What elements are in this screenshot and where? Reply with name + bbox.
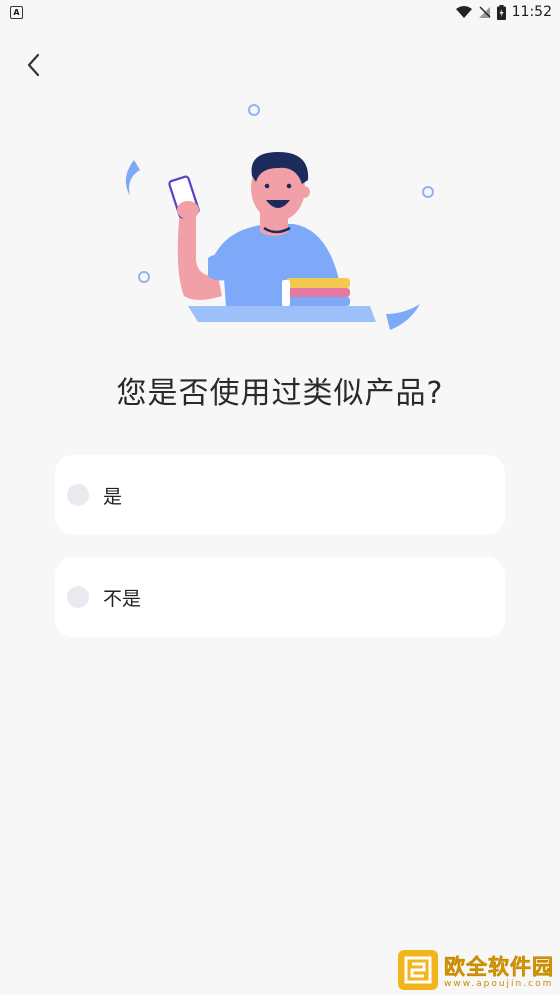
crescent-icon — [125, 160, 140, 196]
radio-button[interactable] — [67, 484, 89, 506]
option-label: 是 — [103, 485, 123, 508]
bubble-icon — [138, 271, 150, 283]
watermark-title: 欧全软件园 — [444, 955, 554, 980]
crescent-icon — [386, 304, 420, 330]
hero-illustration — [125, 104, 434, 330]
bubble-icon — [422, 186, 434, 198]
option-label: 不是 — [103, 587, 142, 610]
signal-off-icon — [478, 6, 491, 18]
table-top — [188, 306, 376, 322]
question-title: 您是否使用过类似产品? — [116, 376, 444, 411]
back-button[interactable] — [18, 48, 48, 82]
book — [284, 288, 350, 297]
book — [286, 278, 350, 288]
status-bar: A 11:52 — [0, 0, 560, 24]
battery-charging-icon — [496, 4, 506, 20]
book — [286, 297, 350, 306]
bubble-icon — [248, 104, 260, 116]
app-notification-icon: A — [10, 5, 23, 19]
watermark-url: www.apoujin.com — [444, 979, 554, 989]
radio-button[interactable] — [67, 586, 89, 608]
chevron-left-icon — [27, 53, 40, 77]
status-time: 11:52 — [511, 4, 552, 20]
wifi-icon — [455, 5, 472, 18]
option-yes[interactable]: 是 — [55, 455, 505, 535]
watermark-logo-icon — [398, 950, 438, 990]
watermark: 欧全软件园 www.apoujin.com — [398, 949, 554, 991]
option-no[interactable]: 不是 — [55, 557, 505, 637]
